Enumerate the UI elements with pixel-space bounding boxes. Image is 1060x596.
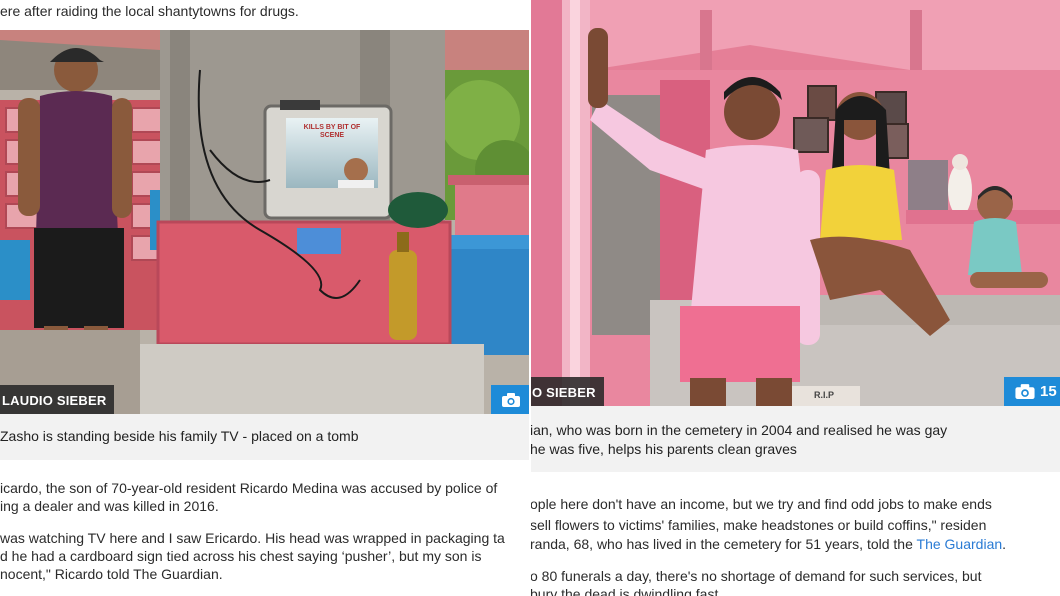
paragraph-line: ing a dealer and was killed in 2016. bbox=[0, 498, 219, 514]
paragraph-line: o 80 funerals a day, there's no shortage… bbox=[530, 568, 982, 584]
photo-caption-line: he was five, helps his parents clean gra… bbox=[530, 441, 797, 457]
camera-icon bbox=[1015, 384, 1035, 399]
paragraph-line: randa, 68, who has lived in the cemetery… bbox=[530, 535, 1006, 553]
right-article-panel: R.I.P O SIEBER 15 ian, who was born in t… bbox=[530, 0, 1060, 596]
tv-on-tomb-photo[interactable]: KILLS BY BIT OF SCENE LAUDIO SIEBER bbox=[0, 30, 530, 414]
family-on-tomb-illustration bbox=[530, 0, 1060, 406]
tv-screen-caption: KILLS BY BIT OF SCENE bbox=[303, 124, 361, 139]
paragraph-line: sell flowers to victims' families, make … bbox=[530, 517, 987, 533]
photo-credit: O SIEBER bbox=[530, 377, 604, 406]
paragraph-text: randa, 68, who has lived in the cemetery… bbox=[530, 536, 917, 552]
photo-count: 15 bbox=[1040, 383, 1057, 400]
paragraph-line: ople here don't have an income, but we t… bbox=[530, 496, 992, 512]
paragraph-line: was watching TV here and I saw Ericardo.… bbox=[0, 530, 505, 546]
camera-icon[interactable] bbox=[491, 385, 530, 414]
paragraph-line: d he had a cardboard sign tied across hi… bbox=[0, 548, 482, 564]
gallery-count-button[interactable]: 15 bbox=[1004, 377, 1060, 406]
photo-caption-line: ian, who was born in the cemetery in 200… bbox=[530, 422, 948, 438]
guardian-link[interactable]: The Guardian bbox=[917, 536, 1003, 552]
paragraph-line: nocent," Ricardo told The Guardian. bbox=[0, 566, 223, 582]
photo-credit: LAUDIO SIEBER bbox=[0, 385, 115, 414]
left-article-panel: ere after raiding the local shantytowns … bbox=[0, 0, 530, 596]
tomb-inscription: R.I.P bbox=[814, 390, 835, 400]
paragraph-text: . bbox=[1002, 536, 1007, 552]
paragraph-line: bury the dead is dwindling fast bbox=[530, 586, 719, 596]
photo-caption: Zasho is standing beside his family TV -… bbox=[0, 428, 359, 444]
tv-on-tomb-illustration bbox=[0, 30, 530, 414]
paragraph-line: icardo, the son of 70-year-old resident … bbox=[0, 480, 498, 496]
family-on-tomb-photo[interactable]: R.I.P O SIEBER 15 bbox=[530, 0, 1060, 406]
intro-line: ere after raiding the local shantytowns … bbox=[0, 3, 299, 19]
panel-divider bbox=[529, 0, 531, 596]
